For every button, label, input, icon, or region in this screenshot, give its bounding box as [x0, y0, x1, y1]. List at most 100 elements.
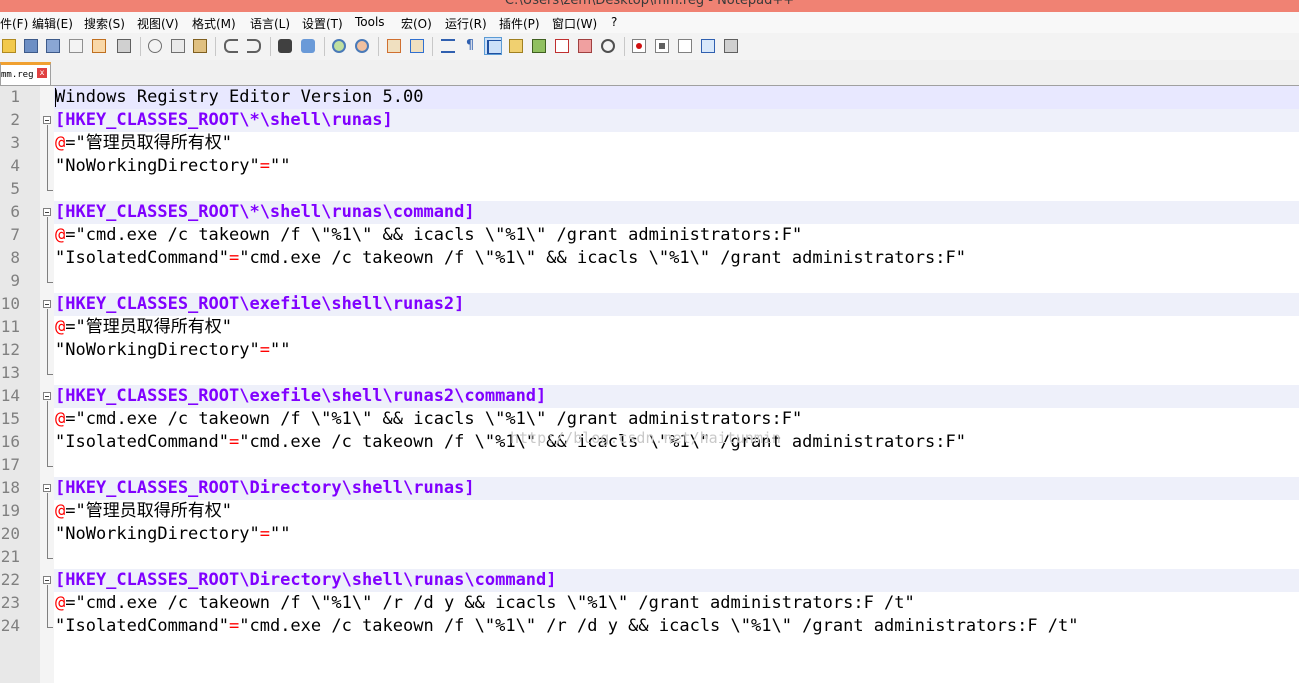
print-icon[interactable] — [115, 37, 133, 55]
registry-key: [HKEY_CLASSES_ROOT\Directory\shell\runas… — [55, 570, 557, 590]
code-line[interactable]: 8 "IsolatedCommand"="cmd.exe /c takeown /… — [0, 247, 1299, 270]
zoom-in-icon[interactable] — [330, 37, 348, 55]
assignment-operator: = — [65, 133, 76, 153]
toolbar-separator — [624, 37, 625, 56]
code-line[interactable]: 17 — [0, 454, 1299, 477]
macro-play-icon[interactable] — [676, 37, 694, 55]
fold-toggle-icon[interactable] — [43, 208, 51, 216]
code-line[interactable]: 13 — [0, 362, 1299, 385]
macro-record-icon[interactable] — [630, 37, 648, 55]
sync-horizontal-icon[interactable] — [408, 37, 426, 55]
close-file-icon[interactable] — [67, 37, 85, 55]
sync-vertical-icon[interactable] — [385, 37, 403, 55]
zoom-out-icon[interactable] — [353, 37, 371, 55]
code-line[interactable]: 23 @="cmd.exe /c takeown /f \"%1\" /r /d … — [0, 592, 1299, 615]
assignment-operator: = — [65, 225, 76, 245]
code-text: "NoWorkingDirectory"="" — [55, 523, 290, 546]
code-line[interactable]: 22 [HKEY_CLASSES_ROOT\Directory\shell\run… — [0, 569, 1299, 592]
macro-save-icon[interactable] — [722, 37, 740, 55]
save-icon[interactable] — [22, 37, 40, 55]
assignment-operator: = — [65, 317, 76, 337]
code-line[interactable]: 2 [HKEY_CLASSES_ROOT\*\shell\runas] — [0, 109, 1299, 132]
fold-guide-line — [47, 125, 48, 190]
fold-toggle-icon[interactable] — [43, 300, 51, 308]
macro-stop-icon[interactable] — [653, 37, 671, 55]
menu-edit[interactable]: 编辑(E) — [32, 15, 73, 32]
function-list-icon[interactable] — [553, 37, 571, 55]
editor-area[interactable]: 1 Windows Registry Editor Version 5.00 2 [H… — [0, 86, 1299, 683]
assignment-operator: = — [229, 432, 240, 452]
menu-view[interactable]: 视图(V) — [137, 15, 179, 32]
close-all-icon[interactable] — [90, 37, 108, 55]
replace-icon[interactable] — [299, 37, 317, 55]
code-text: Windows Registry Editor Version 5.00 — [55, 86, 423, 109]
monitoring-eye-icon[interactable] — [599, 37, 617, 55]
code-text: @="管理员取得所有权" — [55, 132, 232, 155]
code-line[interactable]: 12 "NoWorkingDirectory"="" — [0, 339, 1299, 362]
redo-icon[interactable] — [245, 37, 263, 55]
code-line[interactable]: 11 @="管理员取得所有权" — [0, 316, 1299, 339]
code-line[interactable]: 9 — [0, 270, 1299, 293]
line-number: 14 — [0, 386, 20, 405]
line-number: 6 — [10, 202, 20, 221]
menu-plugins[interactable]: 插件(P) — [499, 15, 540, 32]
menu-window[interactable]: 窗口(W) — [552, 15, 597, 32]
code-line[interactable]: 20 "NoWorkingDirectory"="" — [0, 523, 1299, 546]
line-number: 12 — [0, 340, 20, 359]
code-line[interactable]: 1 Windows Registry Editor Version 5.00 — [0, 86, 1299, 109]
value-text: "" — [269, 156, 291, 176]
fold-toggle-icon[interactable] — [43, 576, 51, 584]
fold-guide-end — [47, 558, 53, 559]
macro-run-multiple-icon[interactable] — [699, 37, 717, 55]
save-all-icon[interactable] — [44, 37, 62, 55]
value-name: "IsolatedCommand"= — [55, 248, 240, 268]
code-line[interactable]: 21 — [0, 546, 1299, 569]
assignment-operator: = — [259, 524, 270, 544]
menu-settings[interactable]: 设置(T) — [302, 15, 343, 32]
code-line[interactable]: 6 [HKEY_CLASSES_ROOT\*\shell\runas\comman… — [0, 201, 1299, 224]
value-text: "管理员取得所有权" — [75, 317, 232, 337]
value-text: "cmd.exe /c takeown /f \"%1\" && icacls … — [239, 248, 966, 268]
code-line[interactable]: 24 "IsolatedCommand"="cmd.exe /c takeown … — [0, 615, 1299, 638]
code-line[interactable]: 18 [HKEY_CLASSES_ROOT\Directory\shell\run… — [0, 477, 1299, 500]
line-number: 2 — [10, 110, 20, 129]
code-line[interactable]: 19 @="管理员取得所有权" — [0, 500, 1299, 523]
indent-guide-icon[interactable] — [484, 37, 502, 55]
menu-tools[interactable]: Tools — [355, 15, 385, 29]
document-map-icon[interactable] — [530, 37, 548, 55]
fold-toggle-icon[interactable] — [43, 116, 51, 124]
value-text: "cmd.exe /c takeown /f \"%1\" /r /d y &&… — [75, 593, 915, 613]
code-line[interactable]: 7 @="cmd.exe /c takeown /f \"%1\" && icac… — [0, 224, 1299, 247]
menu-language[interactable]: 语言(L) — [250, 15, 290, 32]
menu-macro[interactable]: 宏(O) — [401, 15, 432, 32]
menu-run[interactable]: 运行(R) — [445, 15, 487, 32]
folder-as-workspace-icon[interactable] — [576, 37, 594, 55]
paste-icon[interactable] — [191, 37, 209, 55]
default-value-operator: @= — [55, 501, 76, 521]
code-line[interactable]: 14 [HKEY_CLASSES_ROOT\exefile\shell\runas… — [0, 385, 1299, 408]
code-line[interactable]: 3 @="管理员取得所有权" — [0, 132, 1299, 155]
open-file-icon[interactable] — [0, 37, 18, 55]
fold-toggle-icon[interactable] — [43, 484, 51, 492]
close-tab-icon[interactable]: x — [37, 68, 47, 78]
menu-search[interactable]: 搜索(S) — [84, 15, 125, 32]
find-icon[interactable] — [276, 37, 294, 55]
word-wrap-icon[interactable] — [439, 37, 457, 55]
code-line[interactable]: 4 "NoWorkingDirectory"="" — [0, 155, 1299, 178]
copy-icon[interactable] — [169, 37, 187, 55]
fold-toggle-icon[interactable] — [43, 392, 51, 400]
code-line[interactable]: 15 @="cmd.exe /c takeown /f \"%1\" && ica… — [0, 408, 1299, 431]
value-text: "管理员取得所有权" — [75, 501, 232, 521]
undo-icon[interactable] — [222, 37, 240, 55]
menu-format[interactable]: 格式(M) — [192, 15, 236, 32]
code-line[interactable]: 5 — [0, 178, 1299, 201]
menu-file[interactable]: 件(F) — [0, 15, 28, 32]
value-name: "NoWorkingDirectory"= — [55, 524, 270, 544]
show-all-characters-icon[interactable]: ¶ — [461, 37, 479, 55]
code-line[interactable]: 10 [HKEY_CLASSES_ROOT\exefile\shell\runas… — [0, 293, 1299, 316]
tab-mm-reg[interactable]: mm.reg x — [0, 62, 51, 85]
menu-help[interactable]: ? — [611, 15, 617, 29]
fold-guide-line — [47, 217, 48, 282]
user-defined-language-icon[interactable] — [507, 37, 525, 55]
cut-icon[interactable] — [146, 37, 164, 55]
